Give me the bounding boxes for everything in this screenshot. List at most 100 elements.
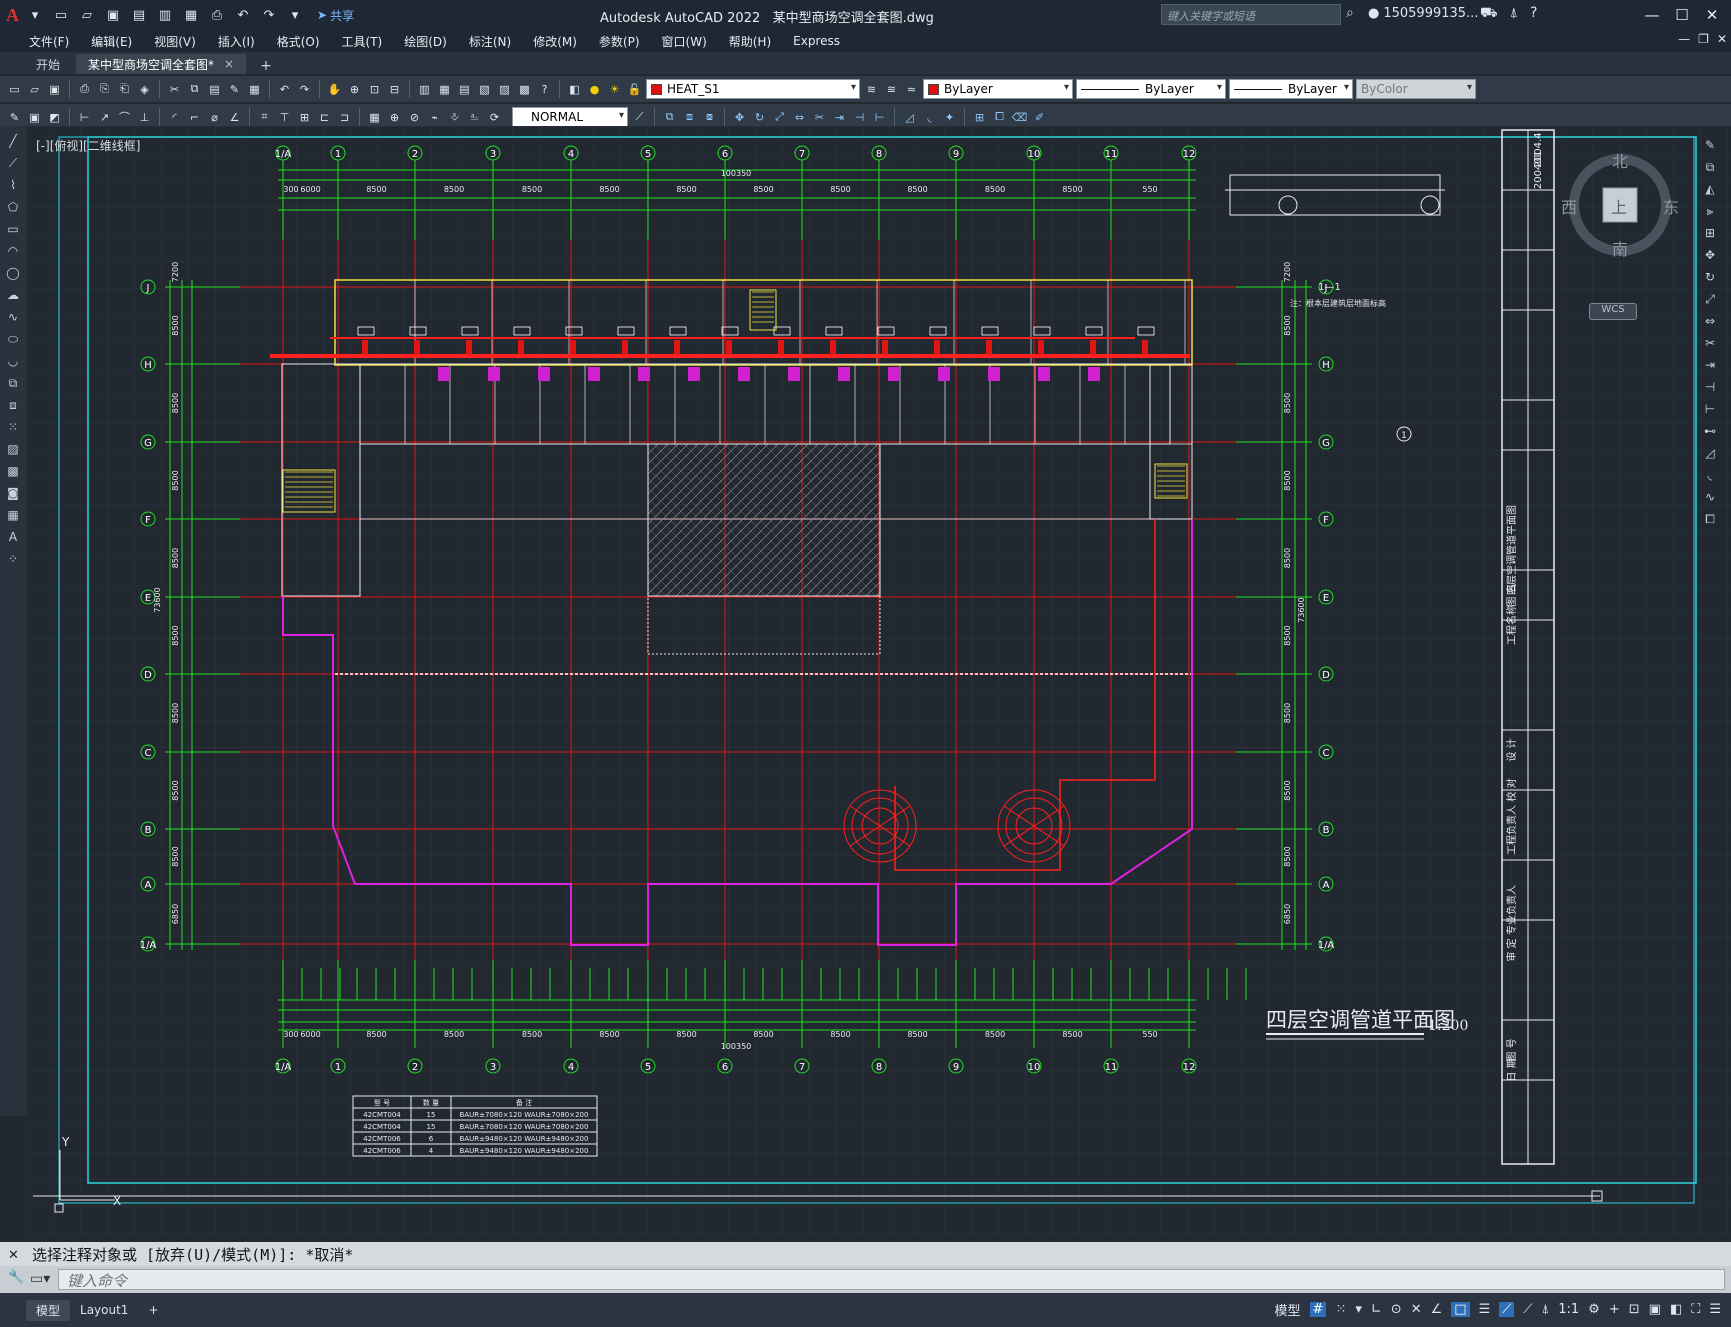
blend-icon[interactable]: ∿ bbox=[1701, 488, 1719, 506]
polar-tracking-icon[interactable]: ⊙ bbox=[1391, 1302, 1402, 1317]
menu-help[interactable]: 帮助(H) bbox=[718, 33, 782, 50]
erase-icon[interactable]: ✎ bbox=[1701, 136, 1719, 154]
layer-properties-icon[interactable]: ◧ bbox=[566, 81, 583, 98]
viewcube-top[interactable]: 上 bbox=[1611, 194, 1627, 218]
rotate-icon[interactable]: ↻ bbox=[751, 109, 768, 126]
make-block-icon[interactable]: ⧈ bbox=[4, 396, 22, 414]
angular-dim-icon[interactable]: ∠ bbox=[226, 109, 243, 126]
customize-icon[interactable]: 🔧 bbox=[8, 1270, 24, 1285]
join-icon[interactable]: ⊢ bbox=[871, 109, 888, 126]
lineweight-select[interactable]: ByLayer ▾ bbox=[1229, 79, 1353, 99]
publish-icon[interactable]: ⎗ bbox=[116, 81, 133, 98]
rotate-icon[interactable]: ↻ bbox=[1701, 268, 1719, 286]
table-icon[interactable]: ▦ bbox=[4, 506, 22, 524]
auto-scale-icon[interactable]: ⟋ bbox=[1523, 1302, 1532, 1317]
chevron-down-icon[interactable]: ▾ bbox=[1355, 1302, 1362, 1317]
menu-format[interactable]: 格式(O) bbox=[266, 33, 331, 50]
offset-icon[interactable]: ⫸ bbox=[1701, 202, 1719, 220]
trim-icon[interactable]: ✂ bbox=[811, 109, 828, 126]
lineweight-icon[interactable]: ☰ bbox=[1479, 1302, 1491, 1317]
draworder-icon[interactable]: ⧠ bbox=[991, 109, 1008, 126]
cad-drawing[interactable]: 1/A1/A112233445566778899101011111212J JH H… bbox=[26, 126, 1731, 1234]
mirror-icon[interactable]: ⧈ bbox=[681, 109, 698, 126]
wcs-menu[interactable]: WCS bbox=[1589, 303, 1637, 320]
user-account[interactable]: ● 1505999135... bbox=[1368, 6, 1478, 21]
cut-icon[interactable]: ✂ bbox=[166, 81, 183, 98]
explode-icon[interactable]: ⧠ bbox=[1701, 510, 1719, 528]
block-editor-icon[interactable]: ▦ bbox=[246, 81, 263, 98]
share-button[interactable]: ➤ 共享 bbox=[317, 7, 354, 24]
open-icon[interactable]: ▱ bbox=[26, 81, 43, 98]
break-icon[interactable]: ⊣ bbox=[851, 109, 868, 126]
color-select[interactable]: ByLayer ▾ bbox=[923, 79, 1073, 99]
drawing-canvas[interactable]: 1/A 1/A 1 1 2 2 3 3 4 4 5 5 6 6 7 7 8 8 9 9 10 10 11 11 12 12 J J H H… bbox=[26, 126, 1731, 1234]
chamfer-icon[interactable]: ◿ bbox=[901, 109, 918, 126]
new-tab-button[interactable]: + bbox=[250, 58, 282, 74]
tool-palettes-icon[interactable]: ▤ bbox=[456, 81, 473, 98]
fillet-icon[interactable]: ◟ bbox=[1701, 466, 1719, 484]
ellipse-icon[interactable]: ⬭ bbox=[4, 330, 22, 348]
annotation-scale-value[interactable]: 1:1 bbox=[1558, 1302, 1579, 1317]
design-center-icon[interactable]: ▦ bbox=[436, 81, 453, 98]
doc-minimize-icon[interactable]: — bbox=[1678, 32, 1690, 46]
array-icon[interactable]: ⊞ bbox=[1701, 224, 1719, 242]
insert-block-icon[interactable]: ⧉ bbox=[4, 374, 22, 392]
layer-on-icon[interactable]: ● bbox=[586, 81, 603, 98]
close-command-line-icon[interactable]: ✕ bbox=[8, 1248, 19, 1263]
viewport-controls[interactable]: [-][俯视][二维线框] bbox=[36, 137, 140, 154]
text-edit-icon[interactable]: ✐ bbox=[1031, 109, 1048, 126]
open-file-icon[interactable]: ▱ bbox=[77, 5, 97, 25]
block-icon[interactable]: ▣ bbox=[26, 109, 43, 126]
help-icon[interactable]: ? bbox=[1530, 5, 1537, 23]
radius-dim-icon[interactable]: ◜ bbox=[166, 109, 183, 126]
isolate-objects-icon[interactable]: ◧ bbox=[1670, 1302, 1682, 1317]
qnew-icon[interactable]: ▭ bbox=[6, 81, 23, 98]
chamfer-icon[interactable]: ◿ bbox=[1701, 444, 1719, 462]
annotation-scale-icon[interactable]: ⍋ bbox=[1541, 1302, 1549, 1317]
scale-icon[interactable]: ⤢ bbox=[1701, 290, 1719, 308]
dim-edit-icon[interactable]: ⎀ bbox=[446, 109, 463, 126]
menu-window[interactable]: 窗口(W) bbox=[651, 33, 718, 50]
redo-icon[interactable]: ↷ bbox=[259, 5, 279, 25]
baseline-dim-icon[interactable]: ⊤ bbox=[276, 109, 293, 126]
customize-quick-access-icon[interactable]: ▾ bbox=[285, 5, 305, 25]
edit-icon[interactable]: ✎ bbox=[6, 109, 23, 126]
save-icon[interactable]: ▣ bbox=[103, 5, 123, 25]
units-icon[interactable]: ⊡ bbox=[1629, 1302, 1640, 1317]
customization-icon[interactable]: ☰ bbox=[1709, 1302, 1721, 1317]
add-icon[interactable]: + bbox=[1609, 1302, 1620, 1317]
arc-length-icon[interactable]: ⌒ bbox=[116, 109, 133, 126]
tab-close-icon[interactable]: × bbox=[224, 57, 234, 71]
layer-state-icon[interactable]: ≈ bbox=[903, 81, 920, 98]
diameter-dim-icon[interactable]: ⌀ bbox=[206, 109, 223, 126]
array-icon[interactable]: ⊞ bbox=[971, 109, 988, 126]
cart-icon[interactable]: ⛟ bbox=[1480, 5, 1498, 23]
point-icon[interactable]: ⁙ bbox=[4, 418, 22, 436]
object-snap-icon[interactable]: □ bbox=[1451, 1302, 1470, 1317]
continue-dim-icon[interactable]: ⊞ bbox=[296, 109, 313, 126]
help-icon[interactable]: ? bbox=[536, 81, 553, 98]
command-input[interactable]: 键入命令 bbox=[58, 1269, 1725, 1290]
tab-start[interactable]: 开始 bbox=[24, 54, 72, 74]
jogged-dim-icon[interactable]: ⌐ bbox=[186, 109, 203, 126]
menu-insert[interactable]: 插入(I) bbox=[207, 33, 266, 50]
tab-model[interactable]: 模型 bbox=[26, 1299, 71, 1321]
arc-icon[interactable]: ◠ bbox=[4, 242, 22, 260]
fillet-icon[interactable]: ◟ bbox=[921, 109, 938, 126]
snap-icon[interactable]: ⁙ bbox=[1335, 1302, 1346, 1317]
undo-icon[interactable]: ↶ bbox=[233, 5, 253, 25]
clean-screen-icon[interactable]: ⛶ bbox=[1691, 1302, 1700, 1317]
move-icon[interactable]: ✥ bbox=[731, 109, 748, 126]
erase-icon[interactable]: ⌫ bbox=[1011, 109, 1028, 126]
viewcube-north[interactable]: 北 bbox=[1612, 148, 1628, 172]
menu-view[interactable]: 视图(V) bbox=[143, 33, 207, 50]
dim-break-icon[interactable]: ⊐ bbox=[336, 109, 353, 126]
polygon-icon[interactable]: ⬠ bbox=[4, 198, 22, 216]
menu-modify[interactable]: 修改(M) bbox=[522, 33, 588, 50]
center-mark-icon[interactable]: ⊕ bbox=[386, 109, 403, 126]
jogged-linear-icon[interactable]: ⌁ bbox=[426, 109, 443, 126]
annotation-visibility-icon[interactable]: ⟋ bbox=[1499, 1302, 1515, 1317]
menu-express[interactable]: Express bbox=[782, 34, 851, 48]
plot-icon[interactable]: ⎙ bbox=[207, 5, 227, 25]
minimize-icon[interactable]: — bbox=[1637, 3, 1667, 27]
